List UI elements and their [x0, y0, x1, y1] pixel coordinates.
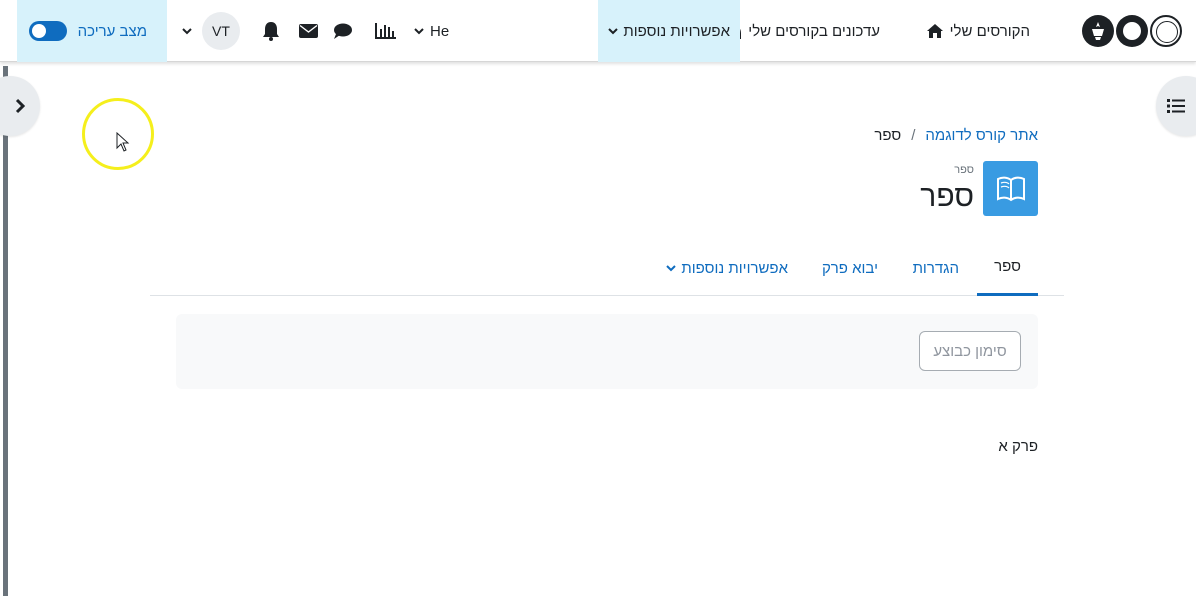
secondary-navigation: ספר הגדרות יבוא פרק אפשרויות נוספות: [150, 240, 1064, 296]
language-menu[interactable]: He: [414, 0, 449, 62]
nav-course-updates[interactable]: עדכונים בקורסים שלי: [723, 0, 880, 62]
tab-settings-label: הגדרות: [912, 259, 959, 277]
messages-button[interactable]: [333, 0, 353, 62]
avatar: VT: [202, 12, 240, 50]
logo-emblem-icon: [1082, 15, 1114, 47]
left-drawer-edge: [3, 66, 8, 596]
notifications-button[interactable]: [262, 0, 280, 62]
email-button[interactable]: [299, 0, 318, 62]
nav-my-courses-label: הקורסים שלי: [949, 22, 1030, 40]
tab-book[interactable]: ספר: [977, 240, 1038, 296]
tab-import-chapter[interactable]: יבוא פרק: [822, 240, 878, 296]
book-activity-icon: [983, 161, 1038, 216]
nav-more-options[interactable]: אפשרויות נוספות: [598, 0, 740, 62]
bell-icon: [263, 21, 279, 41]
breadcrumb: אתר קורס לדוגמה / ספר: [874, 127, 1038, 144]
edit-mode-switch[interactable]: מצב עריכה: [17, 0, 167, 62]
chevron-down-icon: [414, 27, 424, 34]
breadcrumb-current: ספר: [874, 127, 902, 144]
open-book-icon: [996, 176, 1025, 201]
nav-more-options-label: אפשרויות נוספות: [623, 22, 730, 40]
edit-mode-toggle[interactable]: [29, 21, 67, 41]
tab-more-options-label: אפשרויות נוספות: [681, 259, 788, 277]
breadcrumb-course-link[interactable]: אתר קורס לדוגמה: [925, 127, 1038, 144]
list-icon: [1167, 99, 1185, 113]
chevron-right-icon: [15, 98, 25, 114]
mark-as-done-button[interactable]: סימון כבוצע: [919, 331, 1021, 371]
chevron-down-icon: [608, 27, 619, 34]
open-block-drawer-button[interactable]: [1156, 76, 1196, 136]
activity-type-label: ספר: [954, 164, 974, 176]
edit-mode-label: מצב עריכה: [77, 22, 147, 40]
mouse-pointer-icon: [116, 132, 130, 152]
tab-more-options[interactable]: אפשרויות נוספות: [666, 240, 788, 296]
chevron-down-icon: [182, 27, 192, 34]
top-navbar: הקורסים שלי עדכונים בקורסים שלי אפשרויות…: [0, 0, 1196, 62]
envelope-icon: [299, 24, 318, 38]
open-course-index-button[interactable]: [0, 76, 40, 136]
chapter-title: פרק א: [998, 438, 1038, 455]
breadcrumb-separator: /: [911, 127, 916, 144]
nav-my-courses[interactable]: הקורסים שלי: [926, 0, 1030, 62]
user-menu[interactable]: VT: [182, 0, 240, 62]
activity-completion-panel: סימון כבוצע: [176, 314, 1038, 389]
site-logo[interactable]: [1082, 0, 1182, 62]
bar-chart-icon: [375, 23, 396, 39]
tab-settings[interactable]: הגדרות: [913, 240, 959, 296]
chat-bubble-icon: [334, 23, 352, 39]
page-title: ספר: [920, 180, 974, 213]
reports-button[interactable]: [375, 0, 397, 62]
logo-moon-icon: [1116, 15, 1148, 47]
logo-ring-icon: [1150, 15, 1182, 47]
tab-import-chapter-label: יבוא פרק: [821, 259, 878, 277]
chevron-down-icon: [666, 264, 677, 271]
home-icon: [926, 24, 943, 38]
nav-course-updates-label: עדכונים בקורסים שלי: [748, 22, 880, 40]
language-label: He: [430, 22, 450, 40]
tab-book-label: ספר: [994, 258, 1021, 275]
